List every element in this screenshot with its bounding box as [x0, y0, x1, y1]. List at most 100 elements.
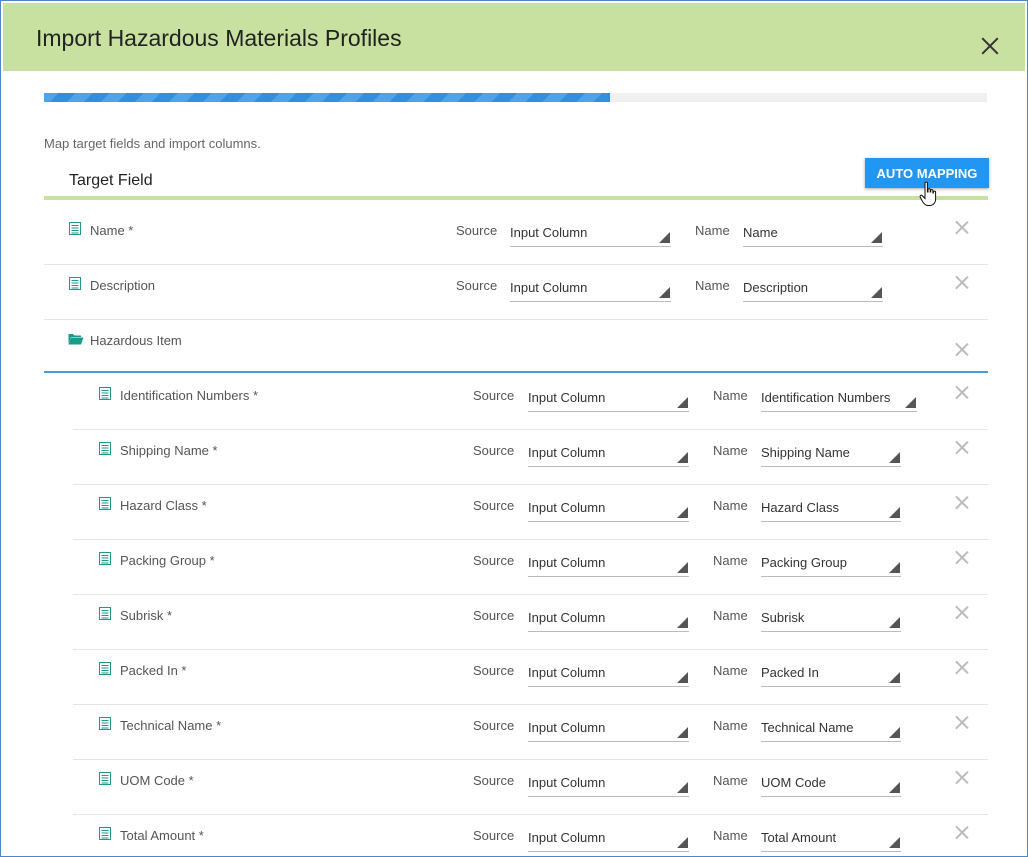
field-label: Technical Name *	[120, 718, 222, 733]
source-select[interactable]: Input Column	[528, 773, 689, 797]
source-select[interactable]: Input Column	[510, 223, 671, 247]
dropdown-arrow-icon	[889, 837, 900, 848]
remove-icon[interactable]	[955, 221, 969, 235]
dropdown-arrow-icon	[677, 562, 688, 573]
source-select[interactable]: Input Column	[528, 553, 689, 577]
source-label: Source	[456, 278, 498, 293]
field-icon	[99, 387, 111, 400]
name-select-value: UOM Code	[761, 775, 827, 790]
name-select[interactable]: Packed In	[761, 663, 901, 687]
close-icon[interactable]	[981, 37, 999, 55]
remove-icon[interactable]	[955, 386, 969, 400]
source-select[interactable]: Input Column	[528, 443, 689, 467]
name-label: Name	[713, 553, 748, 568]
name-label: Name	[713, 663, 748, 678]
source-label: Source	[473, 498, 515, 513]
dropdown-arrow-icon	[889, 672, 900, 683]
remove-icon[interactable]	[955, 276, 969, 290]
source-select[interactable]: Input Column	[528, 828, 689, 852]
field-icon	[99, 827, 111, 840]
source-select[interactable]: Input Column	[510, 278, 671, 302]
name-select[interactable]: Name	[743, 223, 883, 247]
name-select[interactable]: Packing Group	[761, 553, 901, 577]
dropdown-arrow-icon	[677, 617, 688, 628]
remove-icon[interactable]	[955, 343, 969, 357]
mapping-row-name: Name * Source Input Column Name Name	[44, 209, 988, 265]
dropdown-arrow-icon	[871, 232, 882, 243]
name-select-value: Description	[743, 280, 809, 295]
dropdown-arrow-icon	[871, 287, 882, 298]
name-select[interactable]: UOM Code	[761, 773, 901, 797]
field-label: Description	[90, 278, 156, 293]
mapping-row-packing-group: Packing Group * Source Input Column Name Pac…	[73, 539, 988, 595]
remove-icon[interactable]	[955, 496, 969, 510]
field-icon	[99, 607, 111, 620]
field-label: Identification Numbers *	[120, 388, 259, 403]
dropdown-arrow-icon	[677, 837, 688, 848]
remove-icon[interactable]	[955, 826, 969, 840]
dropdown-arrow-icon	[889, 562, 900, 573]
field-icon	[69, 277, 81, 290]
source-label: Source	[473, 663, 515, 678]
source-select-value: Input Column	[528, 665, 606, 680]
source-select-value: Input Column	[528, 720, 606, 735]
name-select[interactable]: Shipping Name	[761, 443, 901, 467]
name-select[interactable]: Description	[743, 278, 883, 302]
name-select[interactable]: Technical Name	[761, 718, 901, 742]
source-select[interactable]: Input Column	[528, 663, 689, 687]
mapping-row-packed-in: Packed In * Source Input Column Name Packed …	[73, 649, 988, 705]
name-select[interactable]: Identification Numbers	[761, 388, 917, 412]
name-select-value: Subrisk	[761, 610, 805, 625]
dropdown-arrow-icon	[677, 727, 688, 738]
remove-icon[interactable]	[955, 771, 969, 785]
name-select[interactable]: Hazard Class	[761, 498, 901, 522]
source-select-value: Input Column	[510, 225, 588, 240]
source-select[interactable]: Input Column	[528, 498, 689, 522]
name-select-value: Total Amount	[761, 830, 837, 845]
remove-icon[interactable]	[955, 551, 969, 565]
mapping-row-hazard-class: Hazard Class * Source Input Column Name Haza…	[73, 484, 988, 540]
dropdown-arrow-icon	[677, 672, 688, 683]
import-dialog: Import Hazardous Materials Profiles Map …	[0, 0, 1028, 857]
remove-icon[interactable]	[955, 661, 969, 675]
heading-underline	[44, 196, 988, 200]
dropdown-arrow-icon	[677, 452, 688, 463]
field-icon	[99, 497, 111, 510]
source-select-value: Input Column	[510, 280, 588, 295]
name-label: Name	[713, 498, 748, 513]
dropdown-arrow-icon	[889, 782, 900, 793]
remove-icon[interactable]	[955, 441, 969, 455]
mapping-row-uom-code: UOM Code * Source Input Column Name UOM Code	[73, 759, 988, 815]
name-label: Name	[695, 223, 730, 238]
group-label: Hazardous Item	[90, 333, 182, 348]
target-field-heading: Target Field	[69, 172, 153, 189]
dropdown-arrow-icon	[677, 507, 688, 518]
source-select[interactable]: Input Column	[528, 388, 689, 412]
dialog-title: Import Hazardous Materials Profiles	[36, 25, 402, 51]
mapping-row-shipping-name: Shipping Name * Source Input Column Name Shi…	[73, 429, 988, 485]
source-select-value: Input Column	[528, 830, 606, 845]
name-select[interactable]: Total Amount	[761, 828, 901, 852]
mapping-row-total-amount: Total Amount * Source Input Column Name Tota…	[73, 814, 988, 856]
name-label: Name	[713, 718, 748, 733]
remove-icon[interactable]	[955, 716, 969, 730]
dropdown-arrow-icon	[659, 232, 670, 243]
name-select-value: Packing Group	[761, 555, 847, 570]
field-icon	[99, 772, 111, 785]
dropdown-arrow-icon	[659, 287, 670, 298]
field-label: UOM Code *	[120, 773, 194, 788]
remove-icon[interactable]	[955, 606, 969, 620]
field-icon	[99, 552, 111, 565]
source-label: Source	[473, 718, 515, 733]
group-underline	[44, 371, 988, 373]
dropdown-arrow-icon	[889, 727, 900, 738]
field-icon	[99, 662, 111, 675]
name-select-value: Name	[743, 225, 778, 240]
source-select[interactable]: Input Column	[528, 608, 689, 632]
source-select[interactable]: Input Column	[528, 718, 689, 742]
source-label: Source	[473, 443, 515, 458]
source-select-value: Input Column	[528, 610, 606, 625]
mapping-row-description: Description Source Input Column Name Descrip…	[44, 264, 988, 320]
name-select[interactable]: Subrisk	[761, 608, 901, 632]
name-label: Name	[713, 608, 748, 623]
